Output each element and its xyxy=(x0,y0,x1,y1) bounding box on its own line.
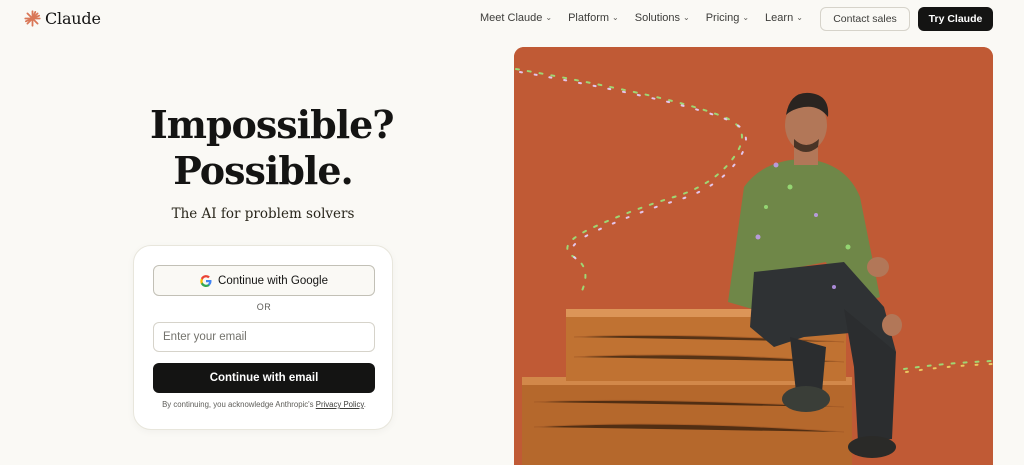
chevron-down-icon: ⌄ xyxy=(612,12,619,22)
nav-learn[interactable]: Learn ⌄ xyxy=(765,12,803,24)
nav-pricing[interactable]: Pricing ⌄ xyxy=(706,12,749,24)
brand-logo[interactable]: Claude xyxy=(24,9,101,28)
privacy-notice: By continuing, you acknowledge Anthropic… xyxy=(134,400,394,409)
nav-platform[interactable]: Platform ⌄ xyxy=(568,12,619,24)
nav-solutions[interactable]: Solutions ⌄ xyxy=(635,12,690,24)
nav-pricing-label: Pricing xyxy=(705,12,740,24)
privacy-policy-link[interactable]: Privacy Policy xyxy=(316,400,364,409)
nav-meet-claude-label: Meet Claude xyxy=(480,12,543,24)
nav-links: Meet Claude ⌄ Platform ⌄ Solutions ⌄ Pri… xyxy=(480,12,803,24)
hero-illustration xyxy=(514,47,993,465)
privacy-notice-period: . xyxy=(363,400,366,409)
hero-title: Impossible? Possible. xyxy=(150,102,395,194)
contact-sales-button[interactable]: Contact sales xyxy=(820,7,910,31)
continue-with-email-button[interactable]: Continue with email xyxy=(153,363,375,393)
nav-platform-label: Platform xyxy=(568,12,610,24)
claude-starburst-icon xyxy=(24,10,41,27)
nav-learn-label: Learn xyxy=(765,12,794,24)
hero-title-line-2: Possible. xyxy=(173,148,354,193)
email-input[interactable] xyxy=(153,322,375,352)
hero-title-line-1: Impossible? xyxy=(150,102,395,147)
or-divider: OR xyxy=(256,302,272,312)
chevron-down-icon: ⌄ xyxy=(742,12,750,22)
chevron-down-icon: ⌄ xyxy=(545,12,553,22)
top-navigation: Claude Meet Claude ⌄ Platform ⌄ Solution… xyxy=(0,0,1024,38)
chevron-down-icon: ⌄ xyxy=(683,12,690,22)
hero-photo xyxy=(514,47,993,465)
nav-solutions-label: Solutions xyxy=(634,12,681,24)
nav-meet-claude[interactable]: Meet Claude ⌄ xyxy=(480,12,552,24)
hero-subtitle: The AI for problem solvers xyxy=(171,206,355,222)
continue-with-google-button[interactable]: Continue with Google xyxy=(153,265,375,296)
brand-name: Claude xyxy=(45,9,101,28)
privacy-notice-text: By continuing, you acknowledge Anthropic… xyxy=(162,400,314,409)
try-claude-button[interactable]: Try Claude xyxy=(918,7,993,31)
google-button-label: Continue with Google xyxy=(218,274,328,287)
google-icon xyxy=(200,274,212,287)
signup-card: Continue with Google OR Continue with em… xyxy=(133,245,393,430)
chevron-down-icon: ⌄ xyxy=(796,12,803,22)
